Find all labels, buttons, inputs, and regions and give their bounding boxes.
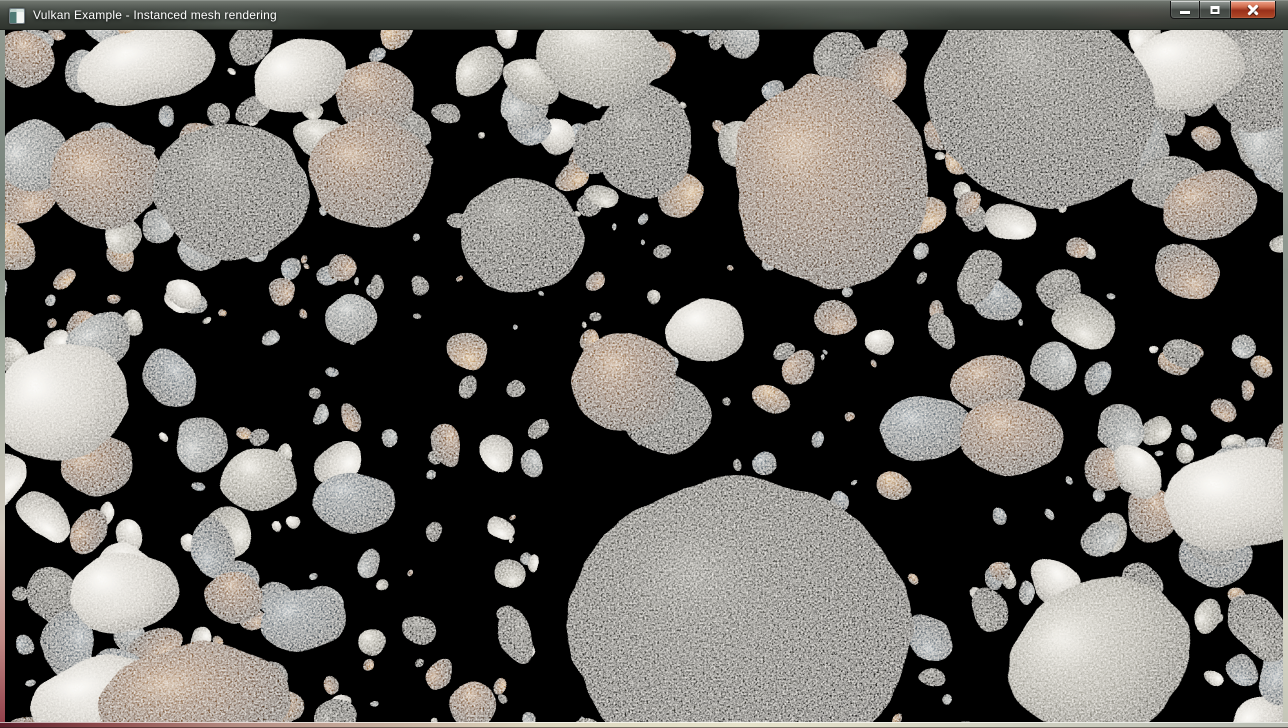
render-viewport[interactable] [5,30,1283,722]
rock-field-render[interactable] [5,30,1283,722]
close-icon [1247,3,1260,16]
application-icon [9,8,25,24]
minimize-button[interactable] [1170,1,1200,19]
app-window: Vulkan Example - Instanced mesh renderin… [0,0,1288,728]
close-button[interactable] [1230,1,1276,19]
minimize-icon [1180,11,1190,14]
window-border-bottom [0,722,1288,728]
title-bar[interactable]: Vulkan Example - Instanced mesh renderin… [0,0,1288,30]
maximize-button[interactable] [1200,1,1230,19]
maximize-icon [1211,6,1220,14]
window-title: Vulkan Example - Instanced mesh renderin… [33,8,277,22]
window-border-right [1283,30,1288,722]
window-controls [1170,1,1276,21]
